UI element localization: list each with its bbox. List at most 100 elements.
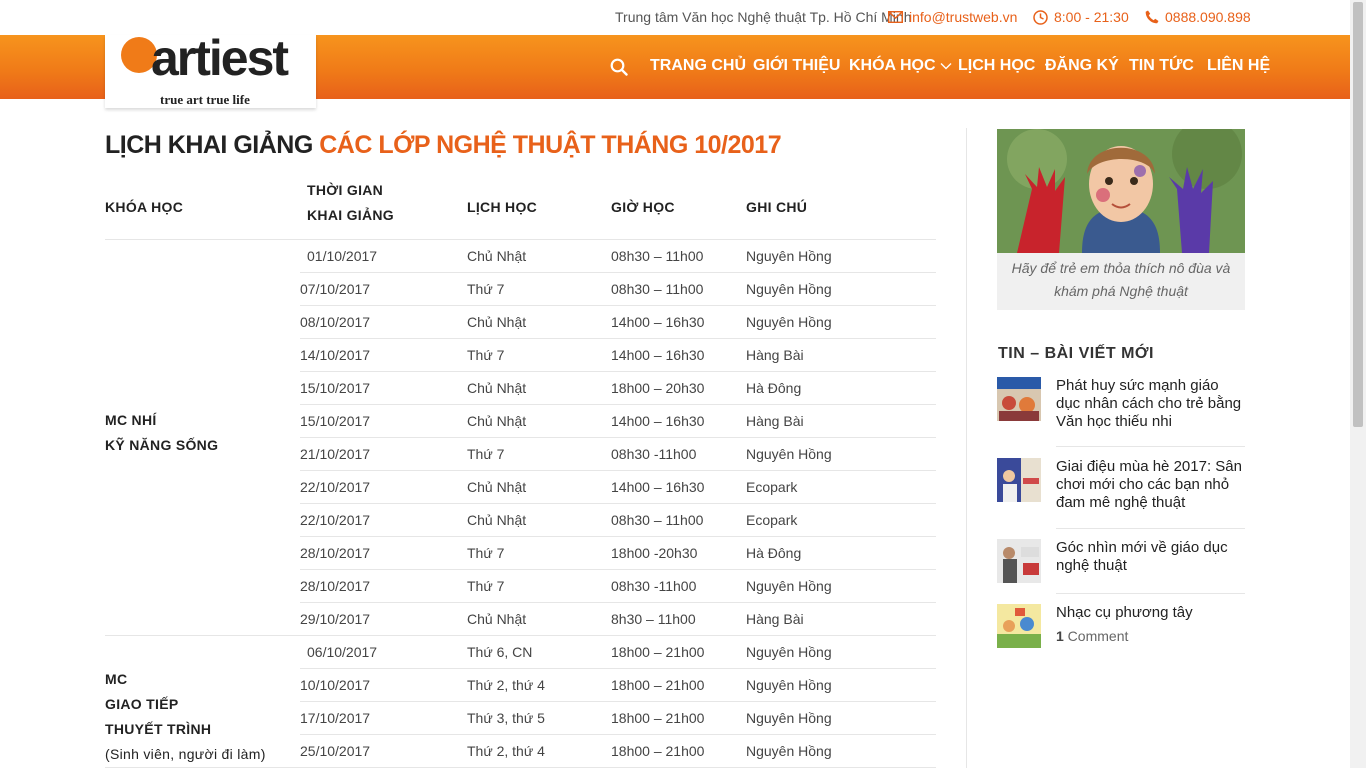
cell-note: Nguyên Hồng	[746, 644, 832, 660]
hours-text: 8:00 - 21:30	[1054, 9, 1129, 25]
search-button[interactable]	[610, 58, 628, 81]
course-line: GIAO TIẾP	[105, 696, 179, 712]
cell-schedule: Thứ 6, CN	[467, 644, 533, 660]
comment-label: Comment	[1063, 628, 1129, 644]
post-thumbnail-image	[997, 539, 1041, 583]
row-divider	[300, 404, 936, 405]
cell-note: Nguyên Hồng	[746, 314, 832, 330]
post-divider	[1056, 593, 1245, 594]
row-divider	[300, 338, 936, 339]
cell-start: 07/10/2017	[300, 281, 371, 297]
nav-gioi-thieu[interactable]: GIỚI THIỆU	[753, 57, 840, 75]
post-title-link[interactable]: Nhạc cụ phương tây	[1056, 604, 1246, 622]
cell-schedule: Chủ Nhật	[467, 611, 527, 627]
cell-time: 18h00 – 20h30	[611, 380, 705, 396]
course-line: MC NHÍ	[105, 412, 157, 428]
nav-khoa-hoc-label: KHÓA HỌC	[849, 57, 936, 74]
course-line: KỸ NĂNG SỐNG	[105, 437, 219, 453]
row-divider	[300, 668, 936, 669]
cell-start: 14/10/2017	[300, 347, 371, 363]
row-divider	[300, 272, 936, 273]
cell-time: 14h00 – 16h30	[611, 314, 705, 330]
nav-dang-ky[interactable]: ĐĂNG KÝ	[1045, 57, 1119, 75]
cell-start: 08/10/2017	[300, 314, 371, 330]
cell-schedule: Thứ 7	[467, 347, 505, 363]
cell-schedule: Chủ Nhật	[467, 248, 527, 264]
cell-note: Nguyên Hồng	[746, 677, 832, 693]
email-link[interactable]: info@trustweb.vn	[888, 9, 1017, 25]
header-note: GHI CHÚ	[746, 199, 808, 215]
cell-start: 10/10/2017	[300, 677, 371, 693]
page-title-main: LỊCH KHAI GIẢNG	[105, 131, 320, 159]
post-divider	[1056, 446, 1245, 447]
cell-schedule: Chủ Nhật	[467, 314, 527, 330]
cell-note: Ecopark	[746, 512, 798, 528]
cell-start: 28/10/2017	[300, 578, 371, 594]
cell-start: 17/10/2017	[300, 710, 371, 726]
nav-lich-hoc[interactable]: LỊCH HỌC	[958, 57, 1035, 75]
clock-icon	[1033, 9, 1048, 25]
header-time: GIỜ HỌC	[611, 199, 675, 215]
post-thumbnail[interactable]	[997, 539, 1041, 583]
cell-note: Nguyên Hồng	[746, 578, 832, 594]
course-line: MC	[105, 671, 128, 687]
cell-note: Nguyên Hồng	[746, 281, 832, 297]
phone-icon	[1145, 10, 1159, 24]
cell-note: Hàng Bài	[746, 347, 804, 363]
cell-schedule: Thứ 2, thứ 4	[467, 677, 545, 693]
cell-note: Nguyên Hồng	[746, 446, 832, 462]
course-line: (Sinh viên, người đi làm)	[105, 746, 266, 762]
row-divider	[300, 305, 936, 306]
cell-note: Hàng Bài	[746, 413, 804, 429]
row-divider	[300, 371, 936, 372]
row-divider	[300, 470, 936, 471]
cell-time: 14h00 – 16h30	[611, 347, 705, 363]
email-text: info@trustweb.vn	[909, 9, 1018, 25]
row-divider	[300, 602, 936, 603]
post-title-link[interactable]: Phát huy sức mạnh giáo dục nhân cách cho…	[1056, 377, 1246, 431]
post-thumbnail[interactable]	[997, 377, 1041, 421]
cell-time: 14h00 – 16h30	[611, 413, 705, 429]
cell-schedule: Thứ 7	[467, 545, 505, 561]
cell-note: Nguyên Hồng	[746, 248, 832, 264]
cell-time: 08h30 – 11h00	[611, 512, 704, 528]
post-divider	[1056, 528, 1245, 529]
cell-schedule: Thứ 7	[467, 578, 505, 594]
nav-tin-tuc[interactable]: TIN TỨC	[1129, 57, 1194, 75]
nav-lien-he[interactable]: LIÊN HỆ	[1207, 57, 1270, 75]
cell-note: Hàng Bài	[746, 611, 804, 627]
row-divider	[300, 569, 936, 570]
cell-time: 18h00 – 21h00	[611, 644, 705, 660]
recent-posts-title: TIN – BÀI VIẾT MỚI	[998, 345, 1154, 362]
post-comment-count[interactable]: 1 Comment	[1056, 628, 1128, 644]
cell-schedule: Thứ 2, thứ 4	[467, 743, 545, 759]
featured-caption: Hãy để trẻ em thỏa thích nô đùa và khám …	[1011, 260, 1231, 299]
header-schedule: LỊCH HỌC	[467, 199, 538, 215]
post-title-link[interactable]: Góc nhìn mới về giáo dục nghệ thuật	[1056, 539, 1246, 575]
post-title-link[interactable]: Giai điệu mùa hè 2017: Sân chơi mới cho …	[1056, 458, 1246, 512]
row-divider	[300, 536, 936, 537]
cell-start: 21/10/2017	[300, 446, 371, 462]
cell-schedule: Chủ Nhật	[467, 512, 527, 528]
cell-schedule: Thứ 3, thứ 5	[467, 710, 545, 726]
scrollbar-thumb[interactable]	[1353, 2, 1363, 427]
cell-note: Nguyên Hồng	[746, 743, 832, 759]
cell-start: 25/10/2017	[300, 743, 371, 759]
nav-trang-chu[interactable]: TRANG CHỦ	[650, 57, 746, 75]
featured-photo[interactable]	[997, 129, 1245, 253]
cell-schedule: Chủ Nhật	[467, 413, 527, 429]
phone-link[interactable]: 0888.090.898	[1145, 9, 1251, 25]
cell-note: Ecopark	[746, 479, 798, 495]
cell-start: 01/10/2017	[307, 248, 378, 264]
nav-khoa-hoc[interactable]: KHÓA HỌC	[849, 57, 952, 75]
cell-time: 8h30 – 11h00	[611, 611, 696, 627]
post-thumbnail[interactable]	[997, 604, 1041, 648]
cell-start: 06/10/2017	[307, 644, 378, 660]
cell-schedule: Thứ 7	[467, 446, 505, 462]
cell-time: 08h30 -11h00	[611, 446, 697, 462]
row-divider	[300, 437, 936, 438]
cell-start: 22/10/2017	[300, 512, 371, 528]
post-thumbnail[interactable]	[997, 458, 1041, 502]
page-scrollbar[interactable]	[1350, 0, 1366, 768]
envelope-icon	[888, 11, 903, 23]
